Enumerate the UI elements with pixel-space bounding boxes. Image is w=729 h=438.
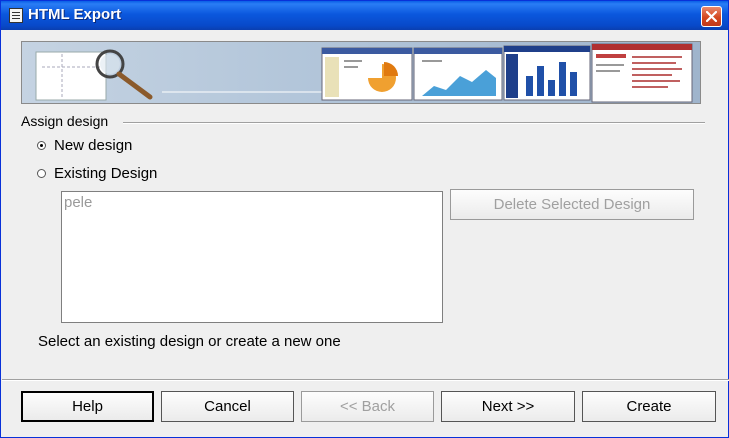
create-button[interactable]: Create <box>582 391 716 422</box>
radio-selected-icon <box>37 141 46 150</box>
assign-design-label: Assign design <box>21 113 109 129</box>
title-bar[interactable]: HTML Export <box>1 1 728 30</box>
document-icon <box>9 8 23 23</box>
group-separator <box>123 122 705 124</box>
designs-list[interactable]: pele <box>61 191 443 323</box>
window-title: HTML Export <box>28 6 122 23</box>
next-button[interactable]: Next >> <box>441 391 575 422</box>
help-button[interactable]: Help <box>21 391 154 422</box>
cancel-button[interactable]: Cancel <box>161 391 294 422</box>
existing-design-radio[interactable]: Existing Design <box>37 165 157 182</box>
html-export-dialog: HTML Export Assign design New design Exi… <box>0 0 729 438</box>
close-icon <box>706 11 717 22</box>
close-button[interactable] <box>701 6 722 27</box>
existing-design-label: Existing Design <box>54 165 158 182</box>
new-design-label: New design <box>54 137 133 154</box>
back-button[interactable]: << Back <box>301 391 434 422</box>
button-row-separator <box>2 379 729 381</box>
hint-text: Select an existing design or create a ne… <box>38 333 341 350</box>
radio-unselected-icon <box>37 169 46 178</box>
new-design-radio[interactable]: New design <box>37 137 132 154</box>
wizard-banner-image <box>21 41 701 104</box>
delete-selected-design-button[interactable]: Delete Selected Design <box>450 189 694 220</box>
list-item[interactable]: pele <box>64 194 92 211</box>
